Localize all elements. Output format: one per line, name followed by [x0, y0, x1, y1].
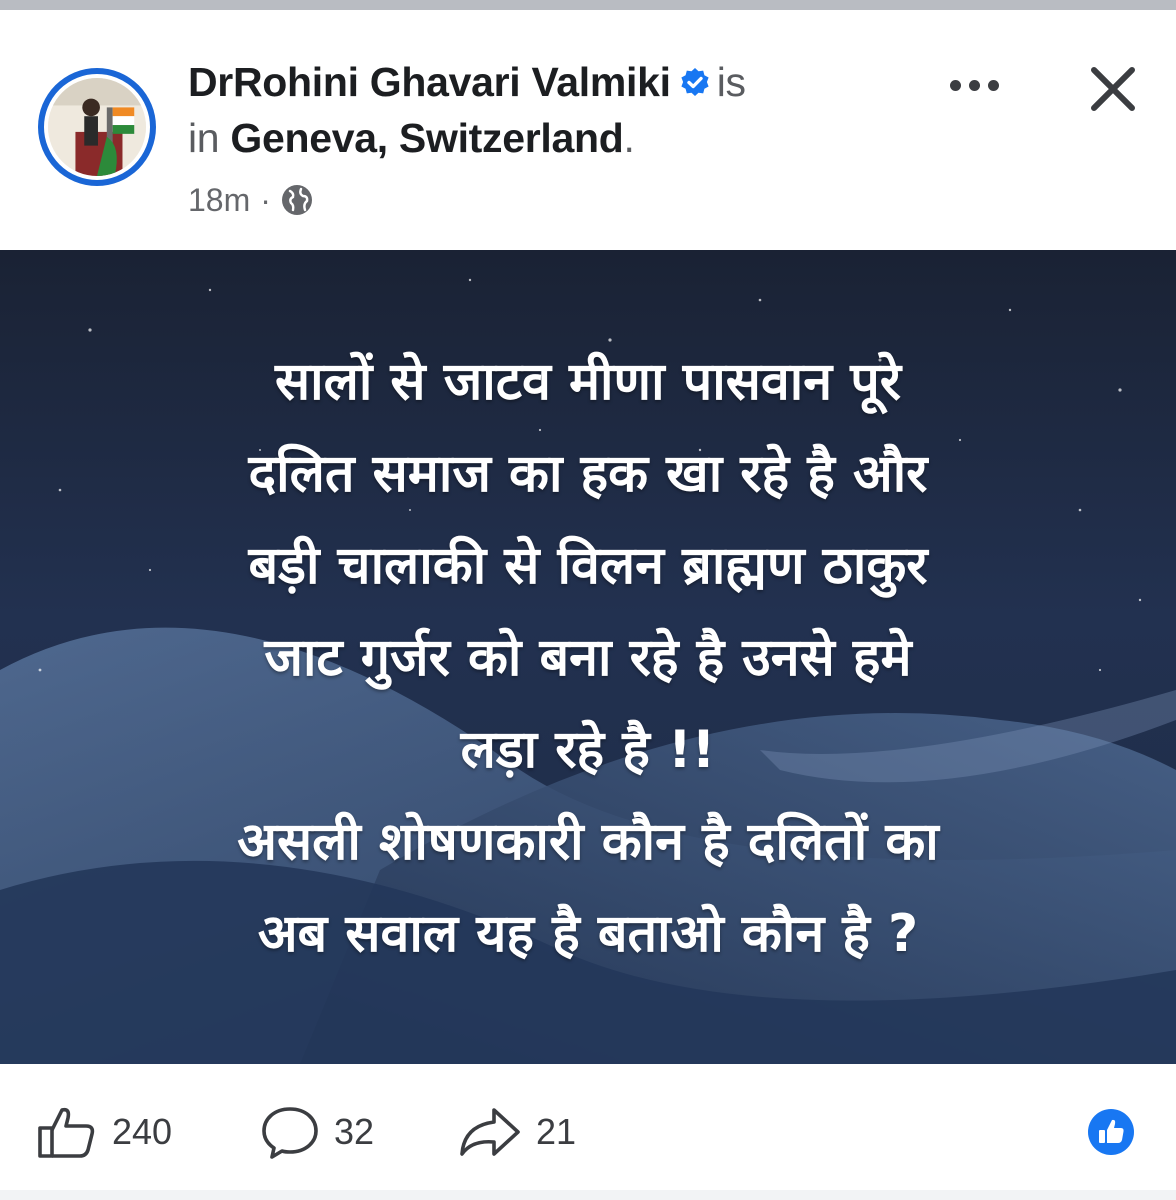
bottom-strip — [0, 1190, 1176, 1200]
meta-separator: · — [260, 182, 271, 218]
thumbs-up-icon — [38, 1107, 95, 1158]
like-badge[interactable] — [1087, 1108, 1135, 1156]
post-text-line: असली शोषणकारी कौन है दलितों का — [237, 812, 939, 872]
more-horizontal-icon — [949, 79, 961, 91]
like-badge-icon — [1088, 1109, 1134, 1155]
comment-icon — [262, 1107, 318, 1159]
location-link[interactable]: Geneva, Switzerland — [230, 115, 623, 161]
verified-badge-icon — [679, 67, 711, 99]
avatar-image — [48, 78, 146, 176]
author-avatar[interactable] — [38, 68, 156, 186]
share-count: 21 — [536, 1111, 577, 1152]
post-text-line: लड़ा रहे है !! — [460, 720, 716, 780]
post-header: DrRohini Ghavari Valmiki is in Geneva, Swi… — [0, 10, 1176, 250]
post-text-line: जाट गुर्जर को बना रहे है उनसे हमे — [264, 628, 912, 688]
close-button[interactable] — [1080, 56, 1146, 122]
author-name[interactable]: DrRohini Ghavari Valmiki — [188, 59, 671, 105]
post-time[interactable]: 18m — [188, 178, 250, 222]
close-icon — [1091, 67, 1135, 111]
post-text-line: सालों से जाटव मीणा पासवान पूरे — [274, 352, 901, 412]
comment-button[interactable]: 32 — [260, 1104, 374, 1160]
post-text-line: अब सवाल यह है बताओ कौन है ? — [257, 904, 919, 964]
verb-is: is — [716, 59, 746, 105]
author-line: DrRohini Ghavari Valmiki is in Geneva, Swi… — [188, 54, 888, 166]
share-icon — [460, 1108, 520, 1156]
post-image[interactable]: सालों से जाटव मीणा पासवान पूरे दलित समाज… — [0, 250, 1176, 1064]
share-button[interactable]: 21 — [458, 1104, 576, 1160]
comment-count: 32 — [334, 1111, 375, 1152]
more-options-button[interactable] — [936, 62, 1012, 108]
post-text-line: बड़ी चालाकी से विलन ब्राह्मण ठाकुर — [248, 536, 928, 596]
post-text: सालों से जाटव मीणा पासवान पूरे दलित समाज… — [40, 336, 1136, 980]
post-meta: 18m · — [188, 178, 313, 222]
top-divider — [0, 0, 1176, 10]
post-text-line: दलित समाज का हक खा रहे है और — [248, 444, 928, 504]
avatar-photo — [44, 74, 150, 180]
like-count: 240 — [112, 1111, 173, 1152]
globe-icon[interactable] — [281, 184, 313, 216]
verb-in: in — [188, 115, 220, 161]
reaction-bar: 240 32 21 — [0, 1064, 1176, 1200]
location-period: . — [623, 115, 635, 161]
like-button[interactable]: 240 — [36, 1104, 172, 1160]
